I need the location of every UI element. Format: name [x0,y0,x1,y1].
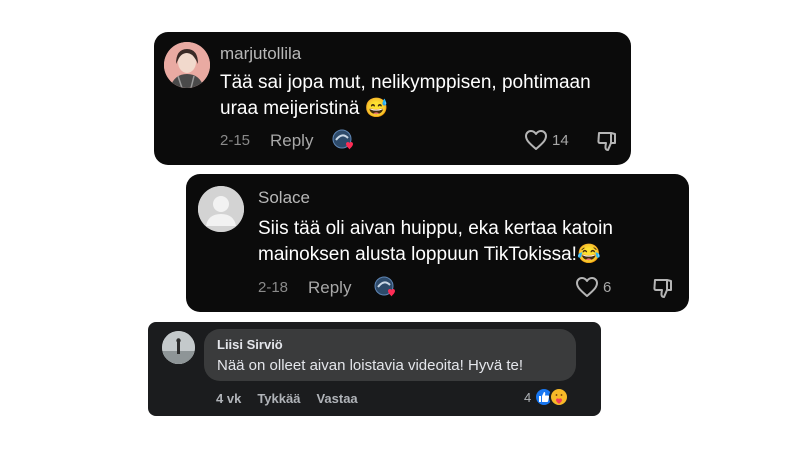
comment-text: Nää on olleet aivan loistavia videoita! … [217,357,524,374]
creator-liked-badge [374,276,398,300]
like-count: 6 [603,278,612,296]
reply-button[interactable]: Reply [308,278,351,298]
like-group[interactable]: 14 [524,129,569,151]
reply-button[interactable]: Reply [270,131,313,151]
comment-actions: 4 vk Tykkää Vastaa [216,391,358,406]
comment-time: 4 vk [216,391,242,406]
reaction-count: 4 [524,389,532,405]
avatar[interactable] [198,186,244,232]
like-count: 14 [552,131,569,149]
dislike-icon[interactable] [652,276,676,305]
comment-card: marjutollila Tää sai jopa mut, nelikympp… [154,32,631,165]
care-reaction-icon [549,387,570,407]
like-button[interactable]: Tykkää [257,391,300,406]
dislike-icon[interactable] [596,129,620,158]
username[interactable]: Solace [258,188,310,208]
comment-text: Siis tää oli aivan huippu, eka kertaa ka… [258,218,613,265]
heart-outline-icon[interactable] [575,276,599,298]
comment-card: Solace Siis tää oli aivan huippu, eka ke… [186,174,689,312]
reply-button[interactable]: Vastaa [316,391,357,406]
heart-outline-icon[interactable] [524,129,548,151]
creator-liked-badge [332,129,356,153]
comment-text: Tää sai jopa mut, nelikymppisen, pohtima… [220,72,591,119]
comment-date: 2-15 [220,132,251,149]
reactions[interactable]: 4 [524,387,570,407]
avatar[interactable] [164,42,210,88]
like-group[interactable]: 6 [575,276,611,298]
fb-comment-card: Liisi Sirviö Nää on olleet aivan loistav… [148,322,601,416]
comment-bubble: Liisi Sirviö Nää on olleet aivan loistav… [204,329,576,381]
avatar[interactable] [162,331,195,364]
commenter-name[interactable]: Liisi Sirviö [217,337,283,352]
username[interactable]: marjutollila [220,44,301,64]
comment-date: 2-18 [258,279,289,296]
